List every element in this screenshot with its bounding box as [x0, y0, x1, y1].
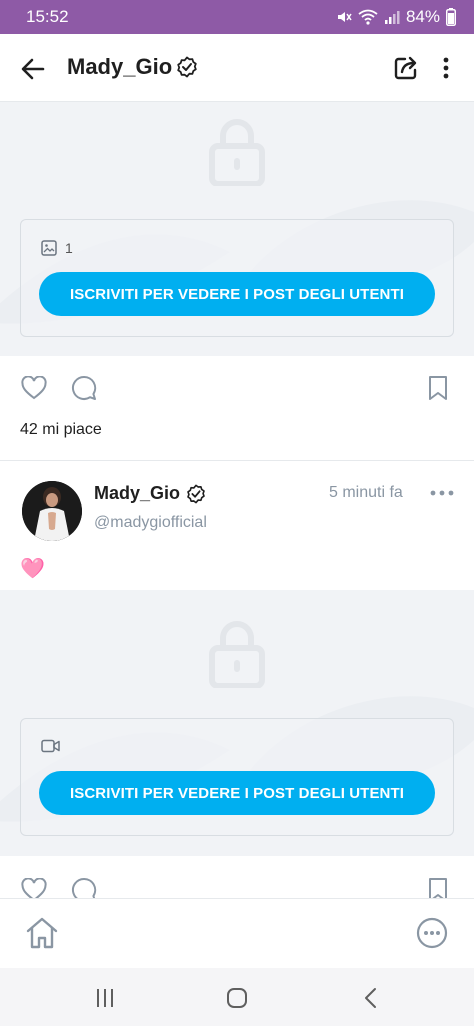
post-actions: [0, 366, 474, 410]
comment-icon: [72, 375, 97, 400]
verified-badge-icon: [187, 484, 205, 503]
bottom-nav: [0, 898, 474, 968]
avatar-photo: [22, 481, 82, 541]
battery-level: 84%: [405, 7, 440, 26]
subscribe-card: ISCRIVITI PER VEDERE I POST DEGLI UTENTI: [20, 718, 454, 836]
comment-button[interactable]: [70, 374, 98, 402]
recents-button[interactable]: [90, 984, 120, 1012]
battery-icon: [446, 8, 456, 26]
status-time: 15:52: [26, 7, 69, 26]
post-author-name-text: Mady_Gio: [94, 483, 181, 503]
more-horizontal-icon: [430, 490, 454, 496]
profile-header: Mady_Gio: [0, 34, 474, 102]
home-icon: [26, 917, 58, 949]
locked-media: ISCRIVITI PER VEDERE I POST DEGLI UTENTI: [0, 590, 474, 856]
mute-icon: [337, 12, 352, 22]
post-timestamp: 5 minuti fa: [329, 484, 403, 501]
post-more-button[interactable]: [430, 483, 454, 503]
lock-icon: [209, 119, 265, 186]
bookmark-button[interactable]: [424, 374, 452, 402]
video-icon: [41, 739, 60, 753]
share-icon: [394, 56, 417, 80]
more-vertical-icon: [443, 57, 449, 79]
system-back-icon: [365, 988, 376, 1008]
subscribe-button[interactable]: ISCRIVITI PER VEDERE I POST DEGLI UTENTI: [39, 272, 435, 316]
status-bar: 15:52 84%: [0, 0, 474, 34]
post-author-handle[interactable]: @madygiofficial: [94, 514, 207, 532]
signal-icon: [384, 11, 400, 24]
verified-badge-icon: [177, 56, 197, 78]
system-nav-bar: [0, 968, 474, 1026]
arrow-left-icon: [21, 58, 45, 80]
system-back-button[interactable]: [356, 984, 386, 1012]
post-divider: [0, 460, 474, 461]
subscribe-card: 1 ISCRIVITI PER VEDERE I POST DEGLI UTEN…: [20, 219, 454, 337]
likes-count[interactable]: 42 mi piace: [20, 421, 102, 439]
page-title-text: Mady_Gio: [67, 54, 173, 79]
bookmark-icon: [429, 376, 447, 400]
subscribe-button[interactable]: ISCRIVITI PER VEDERE I POST DEGLI UTENTI: [39, 771, 435, 815]
media-count: 1: [65, 240, 73, 256]
image-icon: [41, 240, 57, 256]
menu-nav-button[interactable]: [414, 915, 450, 951]
system-home-icon: [227, 988, 247, 1008]
page-title[interactable]: Mady_Gio: [67, 54, 198, 80]
system-home-button[interactable]: [222, 984, 252, 1012]
locked-media: 1 ISCRIVITI PER VEDERE I POST DEGLI UTEN…: [0, 102, 474, 356]
avatar[interactable]: [22, 481, 82, 541]
recents-icon: [97, 989, 113, 1007]
share-button[interactable]: [390, 52, 422, 84]
like-button[interactable]: [20, 374, 48, 402]
media-type-row: [41, 739, 61, 753]
more-horizontal-circle-icon: [416, 917, 448, 949]
heart-icon: [21, 376, 47, 400]
more-options-button[interactable]: [434, 52, 458, 84]
lock-icon: [209, 621, 265, 688]
status-icons: 84%: [336, 7, 456, 27]
media-count-row: 1: [41, 240, 73, 256]
back-button[interactable]: [16, 52, 50, 86]
post-author-name[interactable]: Mady_Gio: [94, 483, 206, 504]
post-text: 🩷: [20, 558, 45, 580]
home-nav-button[interactable]: [24, 915, 60, 951]
wifi-icon: [358, 9, 378, 25]
